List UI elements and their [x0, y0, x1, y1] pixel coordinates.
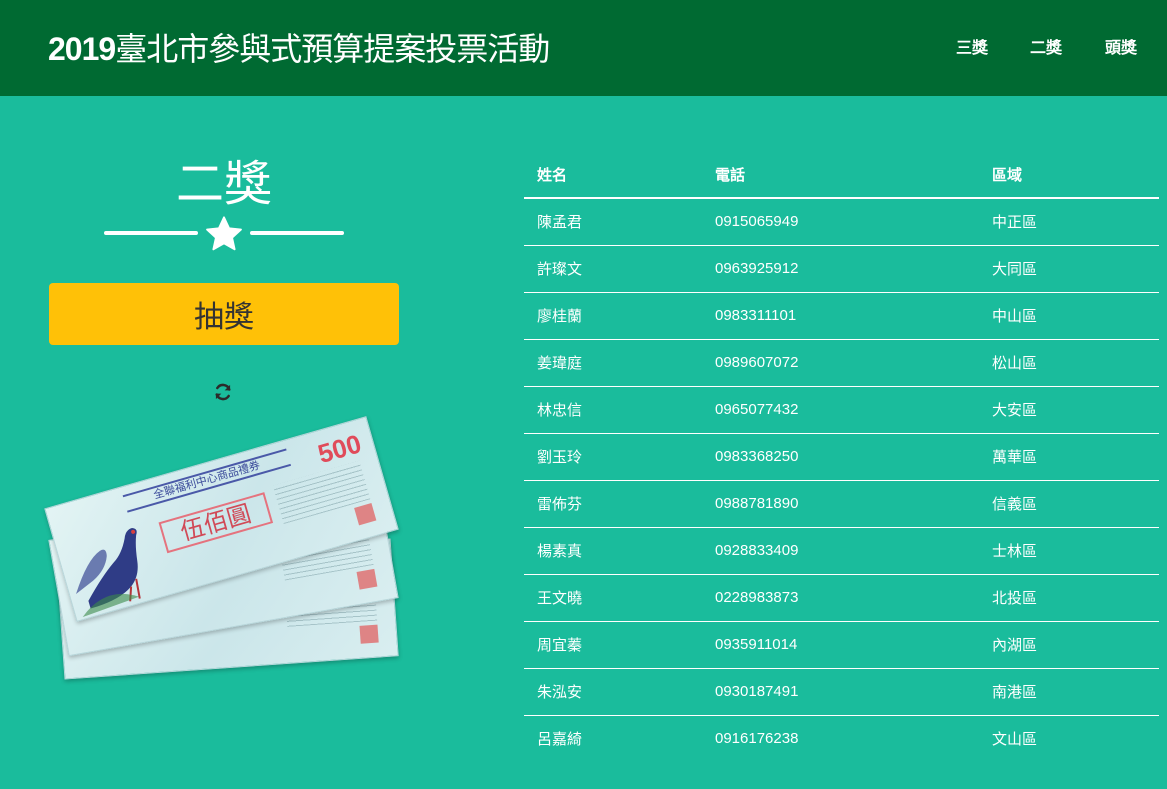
- cell-name: 呂嘉綺: [524, 714, 702, 762]
- table-row: 雷佈芬 0988781890 信義區: [524, 479, 1159, 527]
- cell-name: 廖桂蘭: [524, 291, 702, 339]
- table-row: 廖桂蘭 0983311101 中山區: [524, 291, 1159, 339]
- table-row: 朱泓安 0930187491 南港區: [524, 667, 1159, 715]
- table-row: 楊素真 0928833409 士林區: [524, 526, 1159, 574]
- prize-title: 二獎: [175, 156, 272, 212]
- cell-name: 陳孟君: [537, 213, 583, 232]
- cell-name: 雷佈芬: [524, 479, 702, 527]
- cell-area: 大安區: [979, 385, 1159, 433]
- divider-line-left: [104, 231, 198, 235]
- cell-phone: 0228983873: [702, 573, 979, 621]
- table-row: 周宜蓁 0935911014 內湖區: [524, 620, 1159, 668]
- cell-area: 北投區: [979, 573, 1159, 621]
- nav-third-prize[interactable]: 三獎: [956, 34, 988, 58]
- table-row: 呂嘉綺 0916176238 文山區: [524, 714, 1159, 762]
- refresh-icon[interactable]: [213, 382, 233, 402]
- header-area: 區域: [979, 152, 1159, 199]
- table-row: 林忠信 0965077432 大安區: [524, 385, 1159, 433]
- table-row: 陳孟君 0915065949 中正區: [524, 198, 1159, 245]
- cell-area: 大同區: [979, 244, 1159, 292]
- cell-area: 信義區: [979, 479, 1159, 527]
- voucher-seal: [354, 503, 377, 526]
- nav-first-prize[interactable]: 頭獎: [1105, 34, 1137, 58]
- table-row: 許璨文 0963925912 大同區: [524, 244, 1159, 292]
- cell-name: 許璨文: [524, 244, 702, 292]
- cell-name: 姜瑋庭: [524, 338, 702, 386]
- voucher-face-text: 伍佰圓: [158, 492, 274, 554]
- nav-second-prize[interactable]: 二獎: [1030, 34, 1062, 58]
- cell-name: 朱泓安: [524, 667, 702, 715]
- cell-area: 內湖區: [979, 620, 1159, 668]
- cell-phone: 0930187491: [702, 667, 979, 715]
- cell-area: 士林區: [979, 526, 1159, 574]
- cell-area: 南港區: [979, 667, 1159, 715]
- cell-phone: 0928833409: [702, 526, 979, 574]
- cell-area: 文山區: [979, 714, 1159, 762]
- cell-phone: 0965077432: [702, 385, 979, 433]
- cell-phone: 0989607072: [702, 338, 979, 386]
- voucher-seal: [356, 568, 378, 590]
- divider-line-right: [250, 231, 344, 235]
- cell-phone: 0916176238: [702, 714, 979, 762]
- cell-name: 楊素真: [524, 526, 702, 574]
- voucher-image: 全聯福利中心商品禮券 500 伍佰圓: [40, 400, 410, 680]
- cell-area: 萬華區: [979, 432, 1159, 480]
- table-row: 劉玉玲 0983368250 萬華區: [524, 432, 1159, 480]
- cell-area: 中山區: [979, 291, 1159, 339]
- cell-name: 劉玉玲: [524, 432, 702, 480]
- cell-phone: 0988781890: [702, 479, 979, 527]
- brand-name: 臺北市參與式預算提案投票活動: [115, 30, 550, 68]
- cell-area: 中正區: [992, 213, 1038, 232]
- cell-area: 松山區: [979, 338, 1159, 386]
- cell-phone: 0915065949: [715, 213, 799, 231]
- cell-phone: 0963925912: [702, 244, 979, 292]
- cell-phone: 0983311101: [702, 291, 979, 339]
- draw-button[interactable]: 抽獎: [49, 283, 399, 345]
- cell-phone: 0983368250: [702, 432, 979, 480]
- voucher-seal: [359, 624, 379, 644]
- header-phone: 電話: [702, 152, 979, 199]
- top-navbar: 2019臺北市參與式預算提案投票活動 三獎 二獎 頭獎: [0, 0, 1167, 96]
- brand-year: 2019: [48, 31, 116, 67]
- table-row: 王文曉 0228983873 北投區: [524, 573, 1159, 621]
- cell-phone: 0935911014: [702, 620, 979, 668]
- brand-title[interactable]: 2019臺北市參與式預算提案投票活動: [48, 24, 550, 70]
- cell-name: 周宜蓁: [524, 620, 702, 668]
- star-icon: [206, 216, 242, 251]
- table-header-row: 姓名 電話 區域: [524, 152, 1159, 199]
- header-name: 姓名: [524, 152, 702, 199]
- cell-name: 林忠信: [524, 385, 702, 433]
- winners-table: 姓名 電話 區域 陳孟君 0915065949 中正區許璨文 0963925912 大同…: [524, 152, 1159, 762]
- table-row: 姜瑋庭 0989607072 松山區: [524, 338, 1159, 386]
- cell-name: 王文曉: [524, 573, 702, 621]
